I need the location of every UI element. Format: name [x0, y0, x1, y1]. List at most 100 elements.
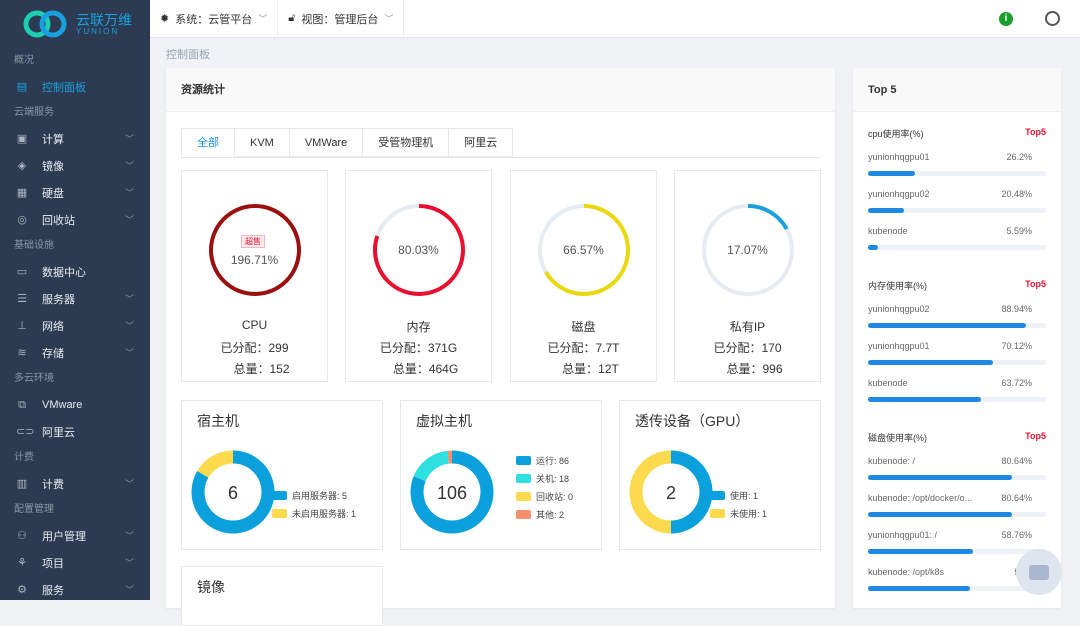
label: 总量：: [233, 362, 270, 376]
legend: 使用: 1 未使用: 1: [710, 486, 767, 522]
donut-title: 透传设备（GPU）: [635, 413, 750, 429]
sidebar-item[interactable]: ▣ 计算 ﹀: [0, 125, 150, 152]
top5-panel: Top 5 cpu使用率(%) Top5 yunionhqgpu01 26.2% yun…: [853, 68, 1061, 608]
tab[interactable]: 全部: [181, 128, 235, 157]
usage-bar: [868, 208, 1046, 213]
view-switcher[interactable]: 🔓︎ 视图：管理后台 ﹀: [278, 0, 405, 38]
chevron-down-icon: ﹀: [124, 321, 134, 331]
donut-card: 虚拟主机 106 运行: 86 关机: 18 回收站: 0 其他: 2: [400, 400, 602, 550]
sidebar-item[interactable]: ⧉ VMware: [0, 391, 150, 418]
usage-bar-fill: [868, 360, 993, 365]
top5-row: kubenode 5.59%: [868, 226, 1046, 263]
system-label: 系统：云管平台: [175, 13, 253, 26]
donut-center: 106: [437, 483, 467, 503]
sidebar-item[interactable]: ⊥ 网络 ﹀: [0, 312, 150, 339]
stat-allocated: 已分配：170: [675, 339, 820, 356]
usage-percent: 5.59%: [1006, 226, 1032, 236]
tab[interactable]: KVM: [235, 128, 290, 157]
host-name: yunionhqgpu01: [868, 152, 930, 162]
value: 996: [762, 362, 783, 376]
sidebar-item-label: 项目: [42, 557, 64, 570]
chevron-down-icon: ﹀: [124, 479, 134, 489]
chevron-down-icon: ﹀: [124, 188, 134, 198]
stat-allocated: 已分配：371G: [346, 339, 491, 356]
stat-name: 内存: [406, 320, 431, 334]
stat-total: 总量：996: [675, 360, 820, 377]
legend-item[interactable]: 启用服务器: 5: [272, 486, 356, 504]
top5-tag: Top5: [1025, 431, 1046, 441]
sidebar-item[interactable]: ▤ 控制面板: [0, 73, 150, 100]
legend-label: 其他: 2: [536, 509, 565, 520]
value: 299: [268, 341, 289, 355]
legend-item[interactable]: 使用: 1: [710, 486, 767, 504]
donut-center: 6: [228, 483, 238, 503]
chevron-down-icon: ﹀: [124, 294, 134, 304]
tab[interactable]: VMWare: [289, 128, 364, 157]
chevron-down-icon: ﹀: [124, 585, 134, 595]
sidebar-item[interactable]: ◈ 镜像 ﹀: [0, 152, 150, 179]
tab[interactable]: 阿里云: [449, 128, 514, 157]
host-name: yunionhqgpu02: [868, 189, 930, 199]
logo[interactable]: 云联万维 YUNION: [0, 0, 150, 48]
host-name: kubenode: [868, 226, 908, 236]
sidebar-item[interactable]: ⚙ 服务 ﹀: [0, 576, 150, 603]
host-name: kubenode: /opt/docker/o...: [868, 493, 973, 503]
donut-card: 透传设备（GPU） 2 使用: 1 未使用: 1: [619, 400, 821, 550]
sidebar-item-label: 控制面板: [42, 81, 86, 94]
group-title: 磁盘使用率(%): [868, 433, 927, 443]
chat-button[interactable]: [1016, 549, 1062, 595]
sidebar-item[interactable]: ☰ 服务器 ﹀: [0, 285, 150, 312]
sidebar-item[interactable]: ▥ 计费 ﹀: [0, 470, 150, 497]
usage-bar: [868, 475, 1046, 480]
stat-allocated: 已分配：7.7T: [511, 339, 656, 356]
legend-swatch: [272, 490, 287, 500]
usage-bar: [868, 245, 1046, 250]
chevron-down-icon: ﹀: [124, 558, 134, 568]
sidebar-item-label: 计费: [42, 478, 64, 491]
sidebar-item[interactable]: ▭ 数据中心: [0, 258, 150, 285]
legend-item[interactable]: 未使用: 1: [710, 504, 767, 522]
info-icon[interactable]: i: [999, 11, 1013, 26]
stat-name: CPU: [241, 318, 268, 332]
tab-bar: 全部 KVM VMWare 受管物理机 阿里云: [181, 128, 820, 158]
donut-chart: 2: [629, 450, 713, 534]
usage-bar: [868, 549, 1046, 554]
sidebar-section-label: 云端服务: [14, 107, 54, 118]
legend-item[interactable]: 回收站: 0: [516, 487, 573, 505]
sidebar-item[interactable]: ◎ 回收站 ﹀: [0, 206, 150, 233]
sidebar-item[interactable]: ⚘ 项目 ﹀: [0, 549, 150, 576]
legend: 启用服务器: 5 未启用服务器: 1: [272, 486, 356, 522]
value: 464G: [428, 362, 459, 376]
usage-percent: 58.76%: [1001, 530, 1032, 540]
tab[interactable]: 受管物理机: [363, 128, 450, 157]
sidebar-item[interactable]: ⊂⊃ 阿里云: [0, 418, 150, 445]
legend-item[interactable]: 关机: 18: [516, 469, 573, 487]
legend-item[interactable]: 其他: 2: [516, 505, 573, 523]
legend-swatch: [516, 491, 531, 501]
donut-chart: 6: [191, 450, 275, 534]
usage-percent: 70.12%: [1001, 341, 1032, 351]
sidebar-item[interactable]: ≋ 存储 ﹀: [0, 339, 150, 366]
system-switcher[interactable]: ✹ 系统：云管平台 ﹀: [150, 0, 279, 38]
usage-bar-fill: [868, 586, 971, 591]
user-avatar-icon[interactable]: [1045, 11, 1060, 26]
service-icon: ⚙: [17, 583, 27, 596]
image-card-title: 镜像: [197, 579, 225, 595]
legend-swatch: [516, 473, 531, 483]
legend-label: 未启用服务器: 1: [292, 508, 357, 519]
usage-bar-fill: [868, 171, 915, 176]
sidebar-item[interactable]: ⚇ 用户管理 ﹀: [0, 522, 150, 549]
donut-center: 2: [666, 483, 676, 503]
legend-swatch: [710, 490, 725, 500]
legend-item[interactable]: 未启用服务器: 1: [272, 504, 356, 522]
usage-bar-fill: [868, 397, 982, 402]
usage-percent: 63.72%: [1001, 378, 1032, 388]
sidebar-item-label: 计算: [42, 133, 64, 146]
sidebar-item[interactable]: ▦ 硬盘 ﹀: [0, 179, 150, 206]
label: 总量：: [392, 362, 429, 376]
legend-item[interactable]: 运行: 86: [516, 451, 573, 469]
brand-sub: YUNION: [76, 26, 120, 36]
usage-percent: 80.64%: [1001, 456, 1032, 466]
breadcrumb[interactable]: 控制面板: [166, 46, 210, 62]
sidebar-section-label: 配置管理: [14, 504, 54, 515]
